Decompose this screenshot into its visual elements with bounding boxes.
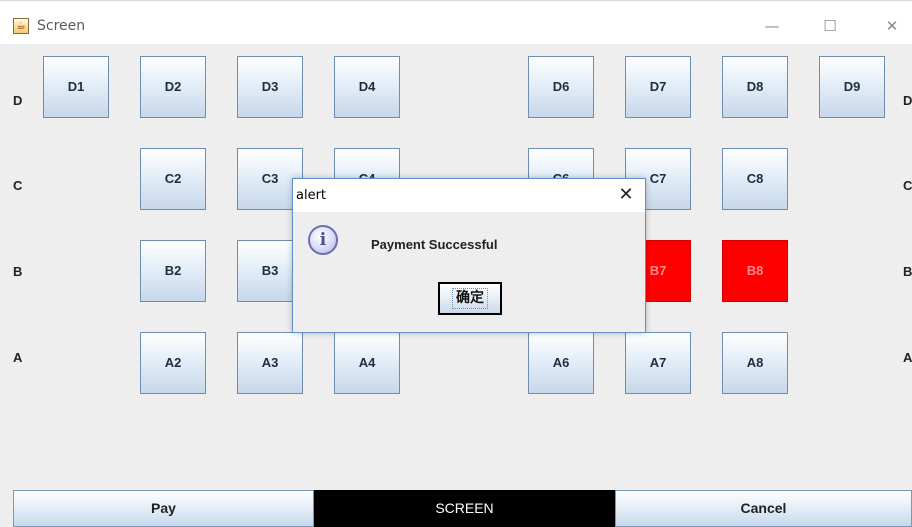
seat-d6[interactable]: D6 — [528, 56, 594, 118]
alert-dialog: alert ✕ i Payment Successful 确定 — [292, 178, 646, 333]
ok-button[interactable]: 确定 — [438, 282, 502, 315]
row-label-d: D — [13, 93, 23, 108]
seat-a3[interactable]: A3 — [237, 332, 303, 394]
screen-indicator: SCREEN — [314, 490, 615, 527]
dialog-title: alert — [296, 188, 327, 203]
dialog-titlebar: alert ✕ — [293, 179, 645, 212]
minimize-button[interactable]: — — [752, 11, 792, 41]
window-title: Screen — [37, 18, 86, 34]
info-icon: i — [308, 225, 338, 255]
dialog-message: Payment Successful — [371, 237, 498, 252]
seat-a4[interactable]: A4 — [334, 332, 400, 394]
row-label-a: A — [13, 350, 23, 365]
seat-d4[interactable]: D4 — [334, 56, 400, 118]
row-label-a-right: A — [903, 350, 912, 365]
row-label-b-right: B — [903, 264, 912, 279]
seat-d1[interactable]: D1 — [43, 56, 109, 118]
seat-a7[interactable]: A7 — [625, 332, 691, 394]
seat-a8[interactable]: A8 — [722, 332, 788, 394]
seat-d2[interactable]: D2 — [140, 56, 206, 118]
row-label-c: C — [13, 178, 23, 193]
window-titlebar: ☕ Screen — ☐ ✕ — [0, 0, 912, 44]
pay-button[interactable]: Pay — [13, 490, 314, 527]
java-cup-icon: ☕ — [13, 18, 29, 34]
seat-d3[interactable]: D3 — [237, 56, 303, 118]
ok-button-label: 确定 — [452, 288, 488, 309]
row-label-c-right: C — [903, 178, 912, 193]
cancel-button[interactable]: Cancel — [615, 490, 912, 527]
maximize-button[interactable]: ☐ — [810, 11, 850, 41]
seat-b8-sold[interactable]: B8 — [722, 240, 788, 302]
seat-c2[interactable]: C2 — [140, 148, 206, 210]
seat-a6[interactable]: A6 — [528, 332, 594, 394]
row-label-b: B — [13, 264, 23, 279]
seat-d7[interactable]: D7 — [625, 56, 691, 118]
seat-d8[interactable]: D8 — [722, 56, 788, 118]
seat-a2[interactable]: A2 — [140, 332, 206, 394]
row-label-d-right: D — [903, 93, 912, 108]
close-window-button[interactable]: ✕ — [872, 11, 912, 41]
seat-c8[interactable]: C8 — [722, 148, 788, 210]
seat-d9[interactable]: D9 — [819, 56, 885, 118]
dialog-close-button[interactable]: ✕ — [613, 182, 639, 208]
seat-b2[interactable]: B2 — [140, 240, 206, 302]
